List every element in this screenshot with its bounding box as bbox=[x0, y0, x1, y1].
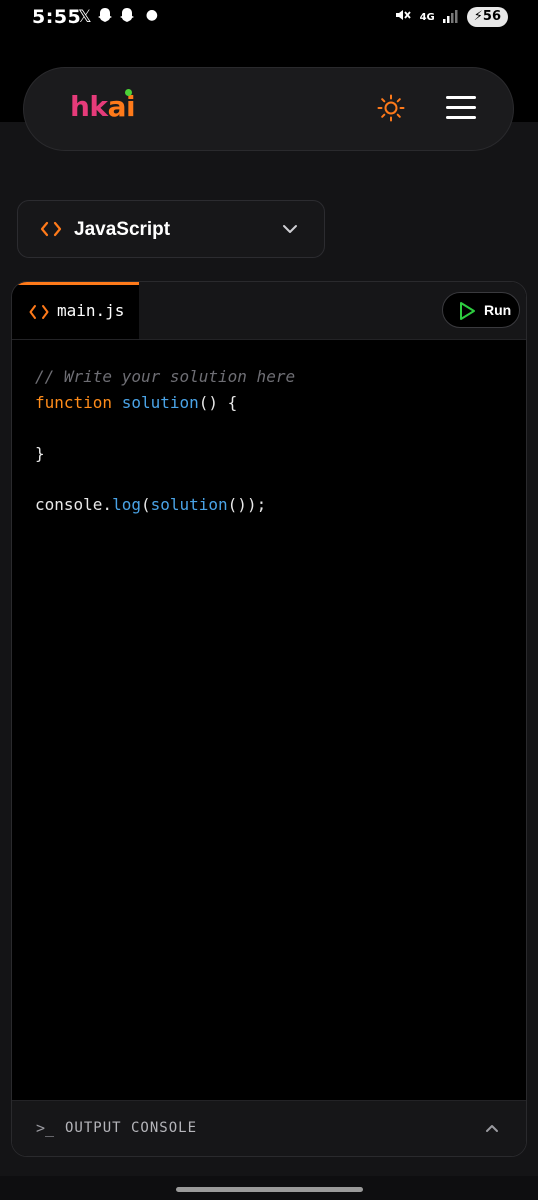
output-console-bar[interactable]: >_ OUTPUT CONSOLE bbox=[12, 1100, 526, 1156]
terminal-icon: >_ bbox=[36, 1119, 55, 1137]
logo-dot bbox=[125, 89, 132, 96]
signal-icon bbox=[442, 8, 459, 27]
run-button[interactable]: Run bbox=[442, 292, 520, 328]
code-textarea[interactable]: // Write your solution here function solu… bbox=[35, 364, 295, 518]
code-token: log bbox=[112, 495, 141, 515]
status-time: 5:55 bbox=[32, 6, 82, 28]
code-token: ( bbox=[140, 495, 151, 515]
code-token: solution bbox=[150, 495, 228, 515]
run-button-label: Run bbox=[484, 302, 512, 318]
code-line: // Write your solution here bbox=[35, 364, 295, 390]
battery-indicator: ⚡56 bbox=[466, 7, 508, 27]
code-line: } bbox=[35, 441, 295, 467]
output-console-label: OUTPUT CONSOLE bbox=[65, 1120, 198, 1136]
chevron-down-icon bbox=[283, 225, 297, 233]
code-token: console. bbox=[35, 495, 113, 515]
language-select-value: JavaScript bbox=[74, 219, 171, 240]
tab-label: main.js bbox=[57, 301, 125, 320]
tab-main-js[interactable]: main.js bbox=[12, 282, 139, 339]
theme-toggle-button[interactable] bbox=[376, 93, 406, 123]
sun-icon bbox=[377, 94, 405, 122]
code-token: function bbox=[35, 392, 113, 412]
battery-level: 56 bbox=[482, 9, 501, 24]
home-indicator[interactable] bbox=[176, 1187, 363, 1192]
logo-text-part1: hk bbox=[70, 90, 108, 123]
play-icon bbox=[460, 302, 475, 320]
editor-toolbar: main.js Run bbox=[12, 282, 526, 340]
hamburger-menu-icon[interactable] bbox=[446, 96, 476, 122]
code-icon bbox=[29, 305, 49, 319]
code-token: ()); bbox=[227, 495, 267, 515]
snapchat-icon bbox=[96, 7, 114, 30]
code-line: function solution() { bbox=[35, 390, 295, 416]
code-token: () { bbox=[198, 392, 238, 412]
network-type: 4G bbox=[419, 11, 435, 23]
language-select[interactable]: JavaScript bbox=[17, 200, 325, 258]
code-token: // Write your solution here bbox=[35, 367, 296, 386]
chevron-up-icon[interactable] bbox=[484, 1121, 500, 1135]
dot-icon: ● bbox=[145, 7, 158, 23]
code-token: solution bbox=[121, 392, 199, 412]
code-editor-panel: main.js Run // Write your solution here f… bbox=[11, 281, 527, 1157]
status-right: 4G ⚡56 bbox=[394, 6, 508, 28]
code-line: console.log(solution()); bbox=[35, 492, 295, 518]
snapchat-icon bbox=[118, 7, 136, 30]
x-icon: 𝕏 bbox=[78, 7, 92, 27]
code-token: } bbox=[35, 444, 45, 464]
code-icon bbox=[40, 221, 62, 237]
mute-icon bbox=[394, 6, 412, 28]
app-header: hkai bbox=[23, 67, 514, 151]
notification-icons: 𝕏 ● bbox=[78, 7, 158, 30]
